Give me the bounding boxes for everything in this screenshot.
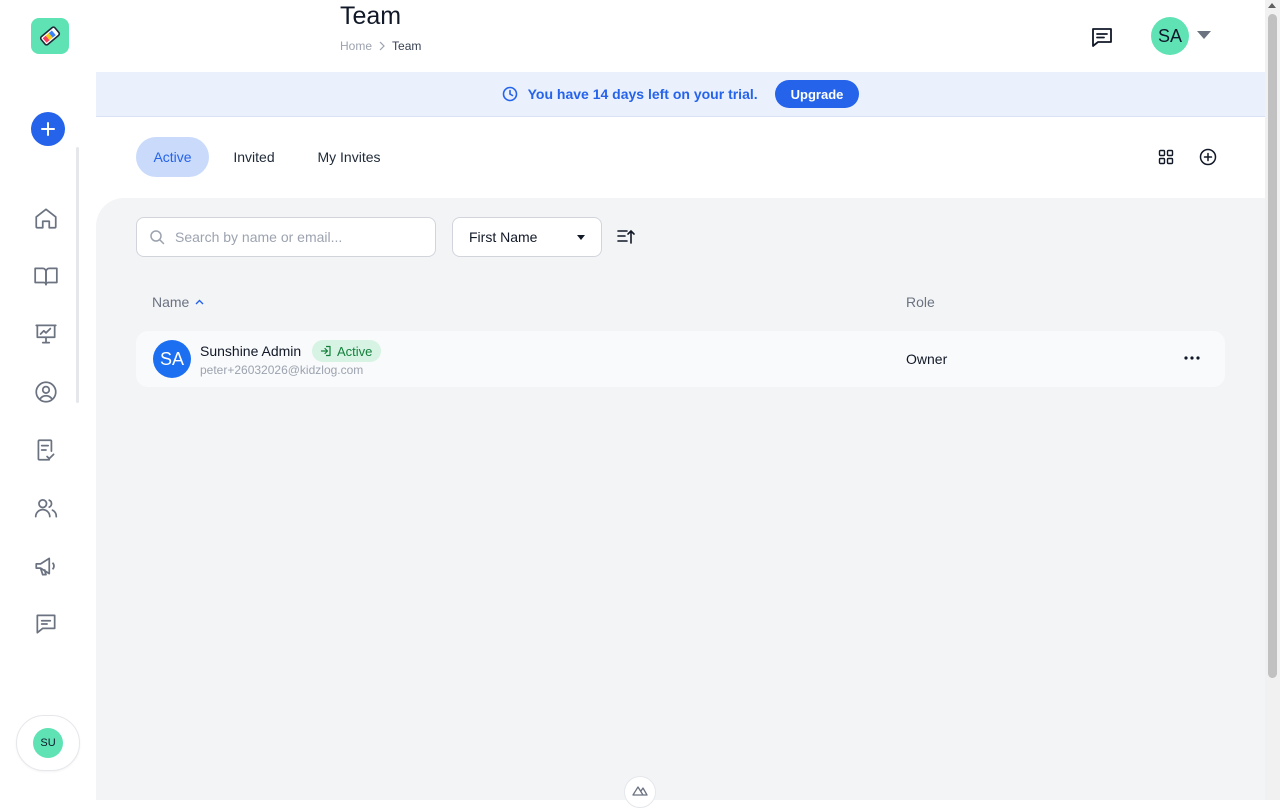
login-icon — [320, 345, 331, 357]
nav-profile[interactable] — [32, 378, 60, 406]
search-field[interactable] — [136, 217, 436, 257]
home-icon — [35, 208, 57, 229]
nav-presentations[interactable] — [32, 320, 60, 348]
nav-home[interactable] — [32, 204, 60, 232]
row-actions-button[interactable] — [1182, 350, 1202, 366]
users-icon — [34, 499, 58, 518]
more-horizontal-icon — [1184, 356, 1200, 360]
member-name: Sunshine Admin — [200, 343, 302, 359]
create-button[interactable] — [31, 112, 65, 146]
page-title: Team — [340, 2, 402, 30]
status-badge: Active — [312, 340, 382, 362]
chat-icon — [1092, 28, 1112, 47]
sort-ascending-icon — [617, 229, 635, 244]
upgrade-button[interactable]: Upgrade — [774, 80, 860, 108]
grid-view-button[interactable] — [1156, 147, 1176, 167]
member-avatar: SA — [153, 340, 191, 378]
scrollbar-thumb[interactable] — [1268, 14, 1277, 678]
sidebar-user-menu[interactable]: SU — [16, 715, 80, 771]
nav-learning[interactable] — [32, 262, 60, 290]
message-icon — [36, 614, 56, 634]
team-content-panel — [96, 198, 1265, 800]
tab-active[interactable]: Active — [136, 137, 209, 177]
column-header-name[interactable]: Name — [152, 294, 204, 310]
nuxt-icon — [632, 786, 648, 796]
logo-icon — [39, 26, 61, 46]
plus-icon — [41, 122, 55, 136]
trial-message: You have 14 days left on your trial. — [527, 86, 758, 102]
sidebar: SU — [0, 0, 96, 800]
member-email: peter+26032026@kidzlog.com — [200, 363, 364, 377]
plus-circle-icon — [1199, 148, 1217, 166]
search-icon — [150, 230, 165, 245]
tab-my-invites[interactable]: My Invites — [305, 137, 393, 177]
status-label: Active — [337, 343, 373, 359]
presentation-icon — [35, 324, 57, 344]
search-input[interactable] — [175, 229, 415, 245]
table-row[interactable]: SA Sunshine Admin Active peter+26032026@… — [136, 331, 1225, 387]
column-name-label: Name — [152, 294, 190, 310]
breadcrumb-current: Team — [392, 39, 422, 53]
add-member-button[interactable] — [1198, 147, 1218, 167]
chat-button[interactable] — [1089, 24, 1115, 50]
chevron-right-icon — [379, 41, 385, 51]
caret-down-icon[interactable] — [1197, 31, 1211, 39]
nav-team[interactable] — [32, 494, 60, 522]
sidebar-scrollbar[interactable] — [76, 147, 79, 403]
breadcrumb: Home Team — [340, 39, 421, 53]
book-icon — [34, 267, 58, 286]
app-logo[interactable] — [31, 18, 69, 54]
chevron-up-icon — [195, 299, 204, 305]
megaphone-icon — [35, 557, 55, 576]
user-circle-icon — [35, 381, 57, 403]
clipboard-check-icon — [37, 439, 55, 461]
column-header-role[interactable]: Role — [906, 294, 935, 310]
trial-banner: You have 14 days left on your trial. Upg… — [96, 72, 1265, 117]
grid-icon — [1158, 149, 1174, 165]
sidebar-avatar: SU — [33, 728, 63, 758]
sort-direction-button[interactable] — [616, 227, 636, 247]
sort-field-value: First Name — [469, 229, 538, 245]
devtools-toggle[interactable] — [624, 776, 656, 808]
nav-assessments[interactable] — [32, 436, 60, 464]
caret-down-icon — [577, 234, 585, 240]
nav-messages[interactable] — [32, 610, 60, 638]
breadcrumb-home[interactable]: Home — [340, 39, 372, 53]
member-role: Owner — [906, 351, 948, 367]
sort-field-select[interactable]: First Name — [452, 217, 602, 257]
nav-announcements[interactable] — [32, 552, 60, 580]
scroll-up-icon[interactable] — [1268, 3, 1276, 8]
clock-icon — [502, 86, 517, 102]
user-avatar[interactable]: SA — [1151, 17, 1189, 55]
tab-invited[interactable]: Invited — [222, 137, 286, 177]
